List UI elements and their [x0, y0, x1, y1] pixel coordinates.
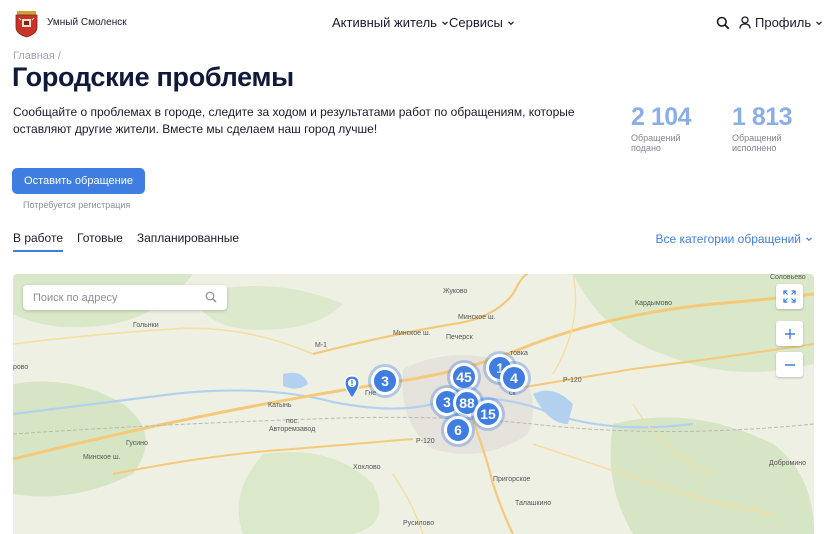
map-label: Жуково: [443, 288, 468, 295]
stat-label: Обращений исполнено: [732, 133, 782, 153]
fullscreen-button[interactable]: [776, 284, 803, 309]
category-filter-label: Все категории обращений: [655, 232, 801, 246]
map-label: Гусино: [126, 440, 148, 447]
nav-services[interactable]: Сервисы: [449, 15, 515, 30]
nav-label: Сервисы: [449, 15, 503, 30]
stat-label: Обращений подано: [631, 133, 681, 153]
map-label: М-1: [315, 342, 328, 349]
problems-map[interactable]: Жуково Соловьево Кардымово Гольнки рово …: [13, 274, 814, 534]
map-label: Печерск: [446, 334, 473, 341]
map-search-input[interactable]: Поиск по адресу: [23, 285, 227, 310]
coat-of-arms-icon[interactable]: [13, 9, 40, 38]
map-label: Русилово: [403, 520, 435, 527]
map-cluster[interactable]: 6: [444, 416, 472, 444]
map-label: Кардымово: [635, 300, 673, 307]
map-label: Минское ш.: [458, 314, 496, 321]
map-label: Талашкино: [515, 500, 552, 507]
map-cluster[interactable]: 15: [474, 400, 502, 428]
zoom-out-button[interactable]: [776, 352, 803, 377]
tab-done[interactable]: Готовые: [77, 231, 123, 252]
zoom-in-button[interactable]: [776, 321, 803, 346]
status-tabs: В работе Готовые Запланированные: [13, 231, 239, 252]
profile-label: Профиль: [755, 15, 812, 30]
map-label: Соловьево: [770, 274, 806, 281]
map-label: Добромино: [769, 460, 806, 467]
chevron-down-icon: [507, 20, 514, 25]
map-label: Р-120: [563, 377, 582, 384]
fullscreen-icon: [783, 290, 796, 303]
page-description: Сообщайте о проблемах в городе, следите …: [13, 105, 575, 136]
map-label: Пригорское: [493, 476, 531, 483]
map-cluster[interactable]: 4: [500, 364, 528, 392]
page-title: Городские проблемы: [12, 62, 294, 92]
tab-in-progress[interactable]: В работе: [13, 231, 64, 252]
chevron-down-icon: [816, 20, 823, 25]
submit-report-button[interactable]: Оставить обращение: [12, 168, 145, 194]
map-label: Минское ш.: [83, 454, 121, 461]
map-cluster[interactable]: 45: [450, 363, 478, 391]
map-label: Минское ш.: [393, 330, 431, 337]
map-label: товка: [510, 350, 528, 357]
map-label: Катынь: [268, 402, 292, 409]
search-icon[interactable]: [716, 16, 730, 30]
map-background[interactable]: [13, 274, 814, 534]
map-label: Р-120: [416, 438, 435, 445]
nav-label: Активный житель: [332, 15, 437, 30]
chevron-down-icon: [806, 237, 812, 242]
logo-text[interactable]: Умный Смоленск: [47, 17, 127, 28]
map-label: Авторемзавод: [269, 426, 316, 433]
chevron-down-icon: [442, 20, 448, 25]
map-search-placeholder: Поиск по адресу: [33, 291, 118, 304]
search-icon[interactable]: [205, 291, 217, 303]
stat-submitted: 2 104 Обращений подано: [631, 103, 701, 153]
map-label: рово: [13, 364, 29, 371]
alert-pin-icon[interactable]: [344, 375, 360, 399]
header: Умный Смоленск Активный житель Сервисы П…: [0, 0, 827, 46]
nav-active-resident[interactable]: Активный житель: [332, 15, 449, 30]
stat-completed: 1 813 Обращений исполнено: [732, 103, 802, 153]
map-label: пос.: [286, 418, 300, 425]
map-label: Гольнки: [133, 322, 159, 329]
profile-menu[interactable]: Профиль: [739, 15, 823, 30]
minus-icon: [784, 363, 795, 366]
breadcrumb[interactable]: Главная /: [13, 50, 61, 62]
user-icon: [739, 16, 751, 29]
category-filter[interactable]: Все категории обращений: [655, 232, 813, 246]
stat-value: 2 104: [631, 103, 692, 131]
map-cluster[interactable]: 3: [371, 367, 399, 395]
stat-value: 1 813: [732, 103, 793, 131]
plus-icon: [784, 328, 795, 339]
tab-planned[interactable]: Запланированные: [137, 231, 239, 252]
registration-note: Потребуется регистрация: [23, 200, 131, 210]
map-label: Хохлово: [353, 464, 381, 471]
